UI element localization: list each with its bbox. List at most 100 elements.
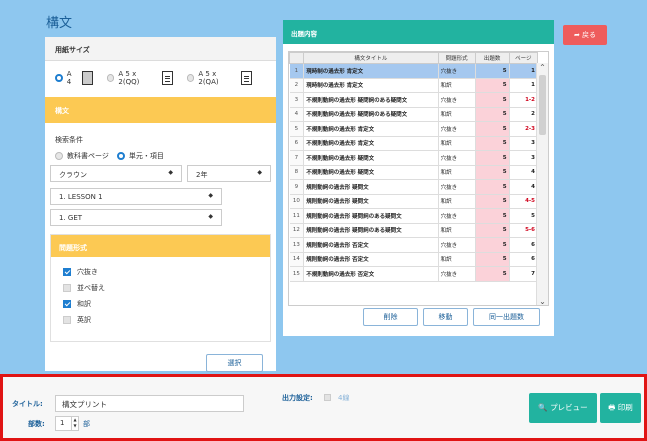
back-button-label: 戻る bbox=[582, 31, 597, 39]
table-row[interactable]: 11 規則動詞の過去形 疑問詞のある疑問文 穴抜き 5 5 bbox=[289, 208, 539, 224]
row-title: 規則動詞の過去形 疑問文 bbox=[303, 194, 439, 209]
search-mode-unit-item[interactable]: 単元・項目 bbox=[116, 151, 164, 161]
search-mode-textbook-page[interactable]: 教科書ページ bbox=[55, 151, 109, 161]
table-row[interactable]: 7 不規則動詞の過去形 疑問文 穴抜き 5 3 bbox=[289, 150, 539, 166]
format-option-label: 和訳 bbox=[77, 300, 91, 308]
back-icon: ➦ bbox=[573, 31, 580, 39]
grade-select[interactable]: 2年 ◆ bbox=[187, 165, 271, 182]
row-format: 穴抜き bbox=[438, 179, 476, 195]
row-title: 規則動詞の過去形 疑問詞のある疑問文 bbox=[303, 208, 439, 224]
title-input[interactable]: 構文プリント bbox=[55, 395, 244, 412]
row-title: 規則動詞の過去形 否定文 bbox=[303, 237, 439, 253]
scroll-up-icon[interactable]: ⌃ bbox=[537, 63, 548, 72]
row-count: 5 bbox=[475, 150, 510, 166]
updown-arrow-icon: ◆ bbox=[257, 169, 262, 176]
table-row[interactable]: 13 規則動詞の過去形 否定文 穴抜き 5 6 bbox=[289, 237, 539, 253]
questions-panel: 出題内容 構文タイトル 問題形式 出題数 ページ 1 現時制の過去形 肯定文 穴抜き… bbox=[283, 20, 554, 336]
select-button[interactable]: 選択 bbox=[206, 354, 263, 372]
row-count: 5 bbox=[475, 63, 510, 79]
scroll-down-icon[interactable]: ⌄ bbox=[537, 297, 548, 305]
format-option-en-translation[interactable]: 英訳 bbox=[51, 313, 270, 327]
delete-button[interactable]: 削除 bbox=[363, 308, 418, 326]
row-page: 5 bbox=[509, 208, 539, 224]
row-format: 穴抜き bbox=[438, 92, 476, 108]
paper-option-a5-qa[interactable]: A 5 x 2(QA) bbox=[186, 70, 252, 86]
table-row[interactable]: 8 不規則動詞の過去形 疑問文 和訳 5 4 bbox=[289, 165, 539, 180]
row-count: 5 bbox=[475, 179, 510, 195]
textbook-select[interactable]: クラウン ◆ bbox=[50, 165, 182, 182]
stepper-arrows-icon[interactable]: ▲ ▼ bbox=[71, 417, 78, 430]
table-row[interactable]: 1 現時制の過去形 肯定文 穴抜き 5 1 bbox=[289, 63, 539, 79]
row-format: 和訳 bbox=[438, 78, 476, 93]
print-button[interactable]: 🖶 印刷 bbox=[600, 393, 641, 423]
item-select[interactable]: 1. GET ◆ bbox=[50, 209, 222, 226]
format-option-reorder[interactable]: 並べ替え bbox=[51, 281, 270, 295]
output-settings-label: 出力設定: bbox=[282, 394, 313, 402]
row-number: 13 bbox=[289, 237, 305, 253]
move-button[interactable]: 移動 bbox=[423, 308, 468, 326]
row-number: 3 bbox=[289, 92, 305, 108]
row-number: 2 bbox=[289, 78, 305, 93]
row-number: 4 bbox=[289, 107, 305, 122]
table-row[interactable]: 5 不規則動詞の過去形 肯定文 穴抜き 5 2-3 bbox=[289, 121, 539, 137]
copies-unit: 部 bbox=[83, 420, 90, 428]
checkbox-checked-icon[interactable] bbox=[63, 268, 71, 276]
row-number: 8 bbox=[289, 165, 305, 180]
row-number: 7 bbox=[289, 150, 305, 166]
table-row[interactable]: 14 規則動詞の過去形 否定文 和訳 5 6 bbox=[289, 252, 539, 267]
row-number: 15 bbox=[289, 266, 305, 282]
back-button[interactable]: ➦ 戻る bbox=[563, 25, 607, 45]
row-format: 穴抜き bbox=[438, 63, 476, 79]
item-select-value: 1. GET bbox=[59, 214, 83, 222]
paper-option-label: A 5 x 2(QQ) bbox=[118, 70, 140, 86]
format-option-jp-translation[interactable]: 和訳 bbox=[51, 297, 270, 311]
paper-size-heading: 用紙サイズ bbox=[45, 37, 276, 61]
table-row[interactable]: 9 規則動詞の過去形 疑問文 穴抜き 5 4 bbox=[289, 179, 539, 195]
column-header[interactable]: 構文タイトル bbox=[303, 52, 439, 64]
same-count-button[interactable]: 同一出題数 bbox=[473, 308, 540, 326]
row-format: 和訳 bbox=[438, 165, 476, 180]
textbook-select-value: クラウン bbox=[59, 171, 87, 179]
radio-icon[interactable] bbox=[116, 152, 125, 160]
preview-button[interactable]: 🔍 プレビュー bbox=[529, 393, 597, 423]
row-format: 和訳 bbox=[438, 252, 476, 267]
row-page: 1 bbox=[509, 78, 539, 93]
column-header[interactable]: 問題形式 bbox=[437, 52, 476, 64]
table-row[interactable]: 12 規則動詞の過去形 疑問詞のある疑問文 和訳 5 5-6 bbox=[289, 223, 539, 238]
row-page: 3 bbox=[509, 136, 539, 151]
checkbox-icon[interactable] bbox=[63, 284, 71, 292]
copies-stepper[interactable]: 1 ▲ ▼ bbox=[55, 416, 79, 431]
checkbox-icon[interactable] bbox=[63, 316, 71, 324]
title-label: タイトル: bbox=[12, 400, 43, 408]
row-format: 和訳 bbox=[438, 194, 476, 209]
column-header[interactable]: 出題数 bbox=[474, 52, 510, 64]
row-number: 9 bbox=[289, 179, 305, 195]
row-title: 現時制の過去形 肯定文 bbox=[303, 78, 439, 93]
scrollbar-thumb[interactable] bbox=[539, 75, 546, 135]
table-row[interactable]: 15 不規則動詞の過去形 否定文 穴抜き 5 7 bbox=[289, 266, 539, 282]
table-row[interactable]: 6 不規則動詞の過去形 肯定文 和訳 5 3 bbox=[289, 136, 539, 151]
radio-icon[interactable] bbox=[106, 74, 115, 82]
column-header[interactable]: ページ bbox=[508, 52, 539, 64]
table-body: 1 現時制の過去形 肯定文 穴抜き 5 1 2 現時制の過去形 肯定文 和訳 5 1 3 不規則動詞の… bbox=[289, 63, 539, 282]
table-row[interactable]: 3 不規則動詞の過去形 疑問詞のある疑問文 穴抜き 5 1-2 bbox=[289, 92, 539, 108]
four-line-checkbox[interactable] bbox=[324, 394, 331, 401]
row-format: 和訳 bbox=[438, 136, 476, 151]
format-option-fill-blank[interactable]: 穴抜き bbox=[51, 265, 270, 279]
table-row[interactable]: 2 現時制の過去形 肯定文 和訳 5 1 bbox=[289, 78, 539, 93]
row-format: 穴抜き bbox=[438, 121, 476, 137]
radio-icon[interactable] bbox=[186, 74, 195, 82]
row-count: 5 bbox=[475, 208, 510, 224]
radio-icon[interactable] bbox=[55, 74, 63, 82]
table-row[interactable]: 4 不規則動詞の過去形 疑問詞のある疑問文 和訳 5 2 bbox=[289, 107, 539, 122]
paper-option-a5-qq[interactable]: A 5 x 2(QQ) bbox=[106, 70, 173, 86]
table-row[interactable]: 10 規則動詞の過去形 疑問文 和訳 5 4-5 bbox=[289, 194, 539, 209]
four-line-label: 4線 bbox=[338, 394, 350, 402]
row-number: 10 bbox=[289, 194, 305, 209]
checkbox-checked-icon[interactable] bbox=[63, 300, 71, 308]
question-format-heading: 問題形式 bbox=[51, 235, 270, 257]
paper-option-a4[interactable]: A 4 bbox=[55, 70, 93, 86]
lesson-select[interactable]: 1. LESSON 1 ◆ bbox=[50, 188, 222, 205]
table-scrollbar[interactable]: ⌃ ⌄ bbox=[536, 63, 548, 305]
radio-icon[interactable] bbox=[55, 152, 63, 160]
